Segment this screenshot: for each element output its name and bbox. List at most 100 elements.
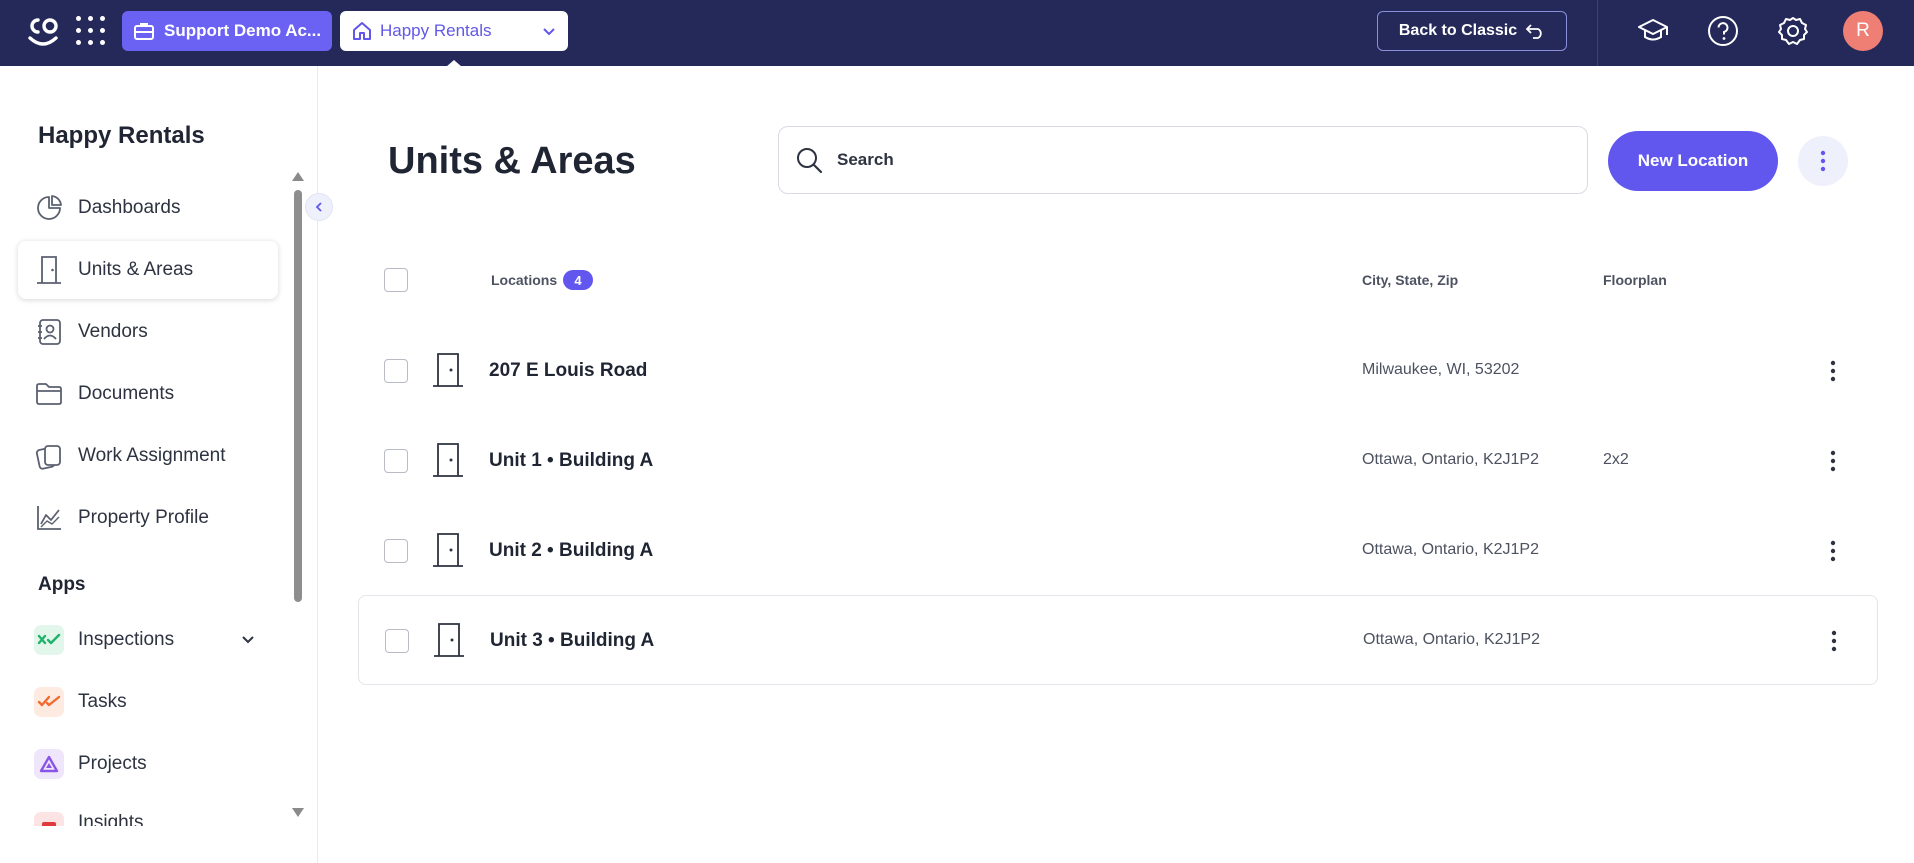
row-more-options-button[interactable] <box>1819 626 1849 656</box>
row-more-options-button[interactable] <box>1818 356 1848 386</box>
graduation-cap-icon[interactable] <box>1636 14 1670 48</box>
table-row[interactable]: Unit 2 • Building A Ottawa, Ontario, K2J… <box>358 506 1878 596</box>
property-select[interactable]: Happy Rentals <box>340 11 568 51</box>
location-city: Ottawa, Ontario, K2J1P2 <box>1362 541 1539 558</box>
sidebar-item-label: Work Assignment <box>78 445 226 466</box>
top-bar: Support Demo Ac... Happy Rentals Back to… <box>0 0 1914 67</box>
locations-count-badge: 4 <box>563 270 593 290</box>
door-icon <box>433 443 463 477</box>
sidebar-item-units-areas[interactable]: Units & Areas <box>18 241 278 299</box>
search-box[interactable] <box>778 126 1588 194</box>
column-header-locations[interactable]: Locations <box>491 272 557 288</box>
page-title: Units & Areas <box>388 140 636 182</box>
column-header-floorplan[interactable]: Floorplan <box>1603 272 1667 288</box>
row-checkbox[interactable] <box>384 539 408 563</box>
vertical-dots-icon <box>1830 540 1836 562</box>
sidebar: Happy Rentals Dashboards Units & Areas V… <box>0 66 318 863</box>
new-location-button[interactable]: New Location <box>1608 131 1778 191</box>
property-name: Happy Rentals <box>380 21 492 40</box>
projects-icon <box>34 749 64 779</box>
sidebar-item-label: Documents <box>78 383 175 404</box>
account-switcher-button[interactable]: Support Demo Ac... <box>122 11 332 51</box>
location-name[interactable]: Unit 2 • Building A <box>489 540 653 562</box>
sidebar-title: Happy Rentals <box>38 122 205 149</box>
inspections-icon <box>34 625 64 655</box>
locations-count: 4 <box>574 272 582 288</box>
door-icon <box>433 353 463 387</box>
select-all-checkbox[interactable] <box>384 268 408 292</box>
row-more-options-button[interactable] <box>1818 536 1848 566</box>
page-more-options-button[interactable] <box>1798 136 1848 186</box>
account-name: Support Demo Ac... <box>164 21 322 40</box>
chevron-left-icon <box>315 202 322 212</box>
location-floorplan: 2x2 <box>1603 451 1629 468</box>
undo-arrow-icon <box>1525 24 1542 39</box>
door-icon <box>434 623 464 657</box>
location-name[interactable]: Unit 1 • Building A <box>489 450 653 472</box>
home-icon <box>353 22 371 40</box>
chevron-down-icon[interactable] <box>240 632 256 648</box>
table-row[interactable]: Unit 3 • Building A Ottawa, Ontario, K2J… <box>358 595 1878 685</box>
sidebar-item-vendors[interactable]: Vendors <box>18 303 278 361</box>
location-city: Ottawa, Ontario, K2J1P2 <box>1363 631 1540 648</box>
sidebar-app-label: Tasks <box>78 691 127 712</box>
scroll-up-arrow[interactable] <box>292 172 304 181</box>
tasks-icon <box>34 687 64 717</box>
row-more-options-button[interactable] <box>1818 446 1848 476</box>
stacked-cards-icon <box>34 441 64 471</box>
sidebar-app-label: Inspections <box>78 629 175 650</box>
vertical-dots-icon <box>1820 150 1826 172</box>
location-city: Ottawa, Ontario, K2J1P2 <box>1362 451 1539 468</box>
vertical-dots-icon <box>1831 630 1837 652</box>
table-row[interactable]: Unit 1 • Building A Ottawa, Ontario, K2J… <box>358 416 1878 506</box>
door-icon <box>433 533 463 567</box>
back-to-classic-button[interactable]: Back to Classic <box>1377 11 1567 51</box>
sidebar-item-label: Vendors <box>78 321 148 342</box>
pie-chart-icon <box>34 193 64 223</box>
row-checkbox[interactable] <box>384 359 408 383</box>
sidebar-item-label: Property Profile <box>78 507 209 528</box>
scroll-down-arrow[interactable] <box>292 808 304 817</box>
sidebar-scrollbar-thumb[interactable] <box>294 190 302 602</box>
insights-icon <box>34 812 64 826</box>
contact-book-icon <box>34 317 64 347</box>
location-city: Milwaukee, WI, 53202 <box>1362 361 1520 378</box>
sidebar-item-label: Dashboards <box>78 197 181 218</box>
sidebar-app-insights[interactable]: Insights <box>18 800 278 826</box>
sidebar-app-label: Projects <box>78 753 147 774</box>
door-icon <box>34 255 64 285</box>
back-to-classic-label: Back to Classic <box>1398 22 1518 39</box>
gear-icon[interactable] <box>1776 14 1810 48</box>
help-icon[interactable] <box>1706 14 1740 48</box>
table-row[interactable]: 207 E Louis Road Milwaukee, WI, 53202 <box>358 326 1878 416</box>
sidebar-item-label: Units & Areas <box>78 259 194 280</box>
chevron-down-icon <box>543 28 555 36</box>
new-location-label: New Location <box>1637 151 1749 170</box>
app-logo-icon[interactable] <box>24 12 62 52</box>
sidebar-app-tasks[interactable]: Tasks <box>18 676 278 728</box>
line-chart-icon <box>34 503 64 533</box>
sidebar-item-property-profile[interactable]: Property Profile <box>18 489 278 547</box>
folder-icon <box>34 379 64 409</box>
top-bar-divider <box>1597 0 1598 66</box>
sidebar-item-work-assignment[interactable]: Work Assignment <box>18 427 278 485</box>
row-checkbox[interactable] <box>385 629 409 653</box>
user-avatar[interactable]: R <box>1843 11 1883 51</box>
sidebar-item-dashboards[interactable]: Dashboards <box>18 179 278 237</box>
column-header-city-state-zip[interactable]: City, State, Zip <box>1362 272 1458 288</box>
sidebar-app-projects[interactable]: Projects <box>18 738 278 790</box>
search-icon <box>797 148 823 174</box>
avatar-initial: R <box>1856 20 1870 41</box>
apps-section-title: Apps <box>38 574 86 595</box>
vertical-dots-icon <box>1830 450 1836 472</box>
apps-grid-icon[interactable] <box>76 16 106 46</box>
vertical-dots-icon <box>1830 360 1836 382</box>
row-checkbox[interactable] <box>384 449 408 473</box>
collapse-sidebar-button[interactable] <box>305 193 333 221</box>
location-name[interactable]: Unit 3 • Building A <box>490 630 654 652</box>
sidebar-app-label: Insights <box>78 812 144 826</box>
sidebar-app-inspections[interactable]: Inspections <box>18 614 278 666</box>
search-input[interactable] <box>837 150 1537 170</box>
location-name[interactable]: 207 E Louis Road <box>489 360 647 382</box>
sidebar-item-documents[interactable]: Documents <box>18 365 278 423</box>
